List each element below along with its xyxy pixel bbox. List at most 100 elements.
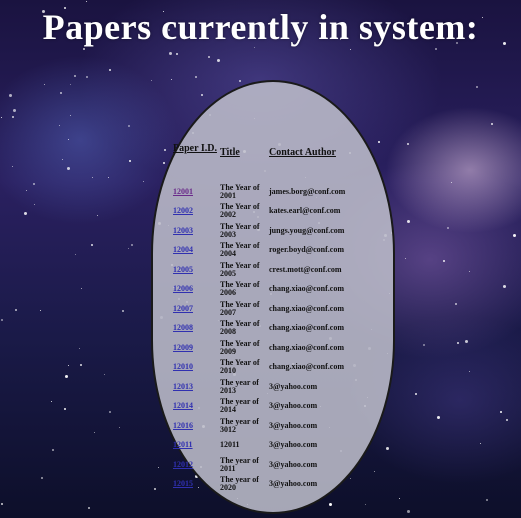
- paper-title-cell: The Year of 2004: [220, 241, 260, 259]
- table-row: 12008 The Year of 2008 chang.xiao@conf.com: [168, 319, 369, 339]
- star: [443, 260, 445, 262]
- paper-id-link[interactable]: 12015: [173, 479, 193, 488]
- paper-title-cell: The year of 2013: [220, 377, 259, 395]
- star: [70, 115, 71, 116]
- paper-title-cell: The Year of 2010: [220, 358, 260, 376]
- star: [59, 125, 60, 126]
- paper-id-link[interactable]: 12012: [173, 460, 193, 469]
- paper-title-cell: The Year of 2007: [220, 299, 260, 317]
- star: [119, 427, 120, 428]
- star: [65, 375, 68, 378]
- star: [465, 340, 468, 343]
- table-row: 12002 The Year of 2002 kates.earl@conf.com: [168, 202, 369, 222]
- star: [62, 159, 63, 160]
- star: [13, 109, 16, 112]
- star: [350, 49, 351, 50]
- paper-id-cell: 12007: [168, 299, 220, 319]
- contact-author-cell: 3@yahoo.com: [269, 381, 318, 391]
- star: [154, 488, 156, 490]
- star: [469, 371, 470, 372]
- star: [171, 79, 172, 80]
- star: [386, 447, 389, 450]
- star: [97, 215, 98, 216]
- paper-title-cell: The year of 2011: [220, 455, 259, 473]
- paper-id-link[interactable]: 12002: [173, 206, 193, 215]
- star: [500, 411, 502, 413]
- paper-id-link[interactable]: 12003: [173, 226, 193, 235]
- star: [399, 498, 400, 499]
- contact-author-cell: roger.boyd@conf.com: [269, 245, 344, 255]
- paper-id-link[interactable]: 12001: [173, 187, 193, 196]
- paper-id-link[interactable]: 12007: [173, 304, 193, 313]
- paper-id-cell: 12001: [168, 182, 220, 202]
- star: [51, 401, 52, 402]
- paper-id-link[interactable]: 12008: [173, 323, 193, 332]
- star: [109, 411, 111, 413]
- star: [131, 244, 133, 246]
- star: [40, 310, 41, 311]
- star: [122, 310, 124, 312]
- paper-id-link[interactable]: 12016: [173, 421, 193, 430]
- star: [407, 510, 410, 513]
- paper-id-cell: 12003: [168, 221, 220, 241]
- paper-id-cell: 12011: [168, 436, 220, 456]
- table-row: 12011 12011 3@yahoo.com: [168, 436, 369, 456]
- paper-id-link[interactable]: 12009: [173, 343, 193, 352]
- table-row: 12010 The Year of 2010 chang.xiao@conf.com: [168, 358, 369, 378]
- header-paper-id: Paper I.D.: [173, 142, 217, 154]
- contact-author-cell: chang.xiao@conf.com: [269, 342, 344, 352]
- star: [88, 507, 90, 509]
- star: [457, 342, 459, 344]
- paper-title-cell: The Year of 2009: [220, 338, 260, 356]
- contact-author-cell: chang.xiao@conf.com: [269, 362, 344, 372]
- star: [1, 503, 3, 505]
- paper-id-link[interactable]: 12014: [173, 401, 193, 410]
- table-row: 12001 The Year of 2001 james.borg@conf.com: [168, 182, 369, 202]
- star: [108, 177, 109, 178]
- star: [94, 432, 95, 433]
- table-row: 12013 The year of 2013 3@yahoo.com: [168, 377, 369, 397]
- contact-author-cell: jungs.youg@conf.com: [269, 225, 345, 235]
- table-row: 12004 The Year of 2004 roger.boyd@conf.com: [168, 241, 369, 261]
- star: [41, 477, 43, 479]
- star: [34, 204, 35, 205]
- paper-id-link[interactable]: 12011: [173, 440, 193, 449]
- star: [329, 503, 332, 506]
- paper-id-cell: 12014: [168, 397, 220, 417]
- star: [79, 348, 80, 349]
- star: [143, 181, 144, 182]
- star: [486, 499, 488, 501]
- paper-id-link[interactable]: 12005: [173, 265, 193, 274]
- star: [176, 53, 178, 55]
- paper-title-cell: The Year of 2001: [220, 182, 260, 200]
- paper-id-cell: 12009: [168, 338, 220, 358]
- paper-id-link[interactable]: 12013: [173, 382, 193, 391]
- star: [33, 183, 35, 185]
- star: [435, 48, 437, 50]
- paper-id-cell: 12015: [168, 475, 220, 495]
- star: [74, 75, 76, 77]
- contact-author-cell: chang.xiao@conf.com: [269, 303, 344, 313]
- paper-id-link[interactable]: 12006: [173, 284, 193, 293]
- contact-author-cell: 3@yahoo.com: [269, 401, 318, 411]
- star: [480, 443, 481, 444]
- paper-id-link[interactable]: 12004: [173, 245, 193, 254]
- table-row: 12014 The year of 2014 3@yahoo.com: [168, 397, 369, 417]
- page-title: Papers currently in system:: [42, 7, 479, 47]
- table-row: 12003 The Year of 2003 jungs.youg@conf.com: [168, 221, 369, 241]
- star: [423, 344, 425, 346]
- star: [60, 92, 62, 94]
- star: [476, 86, 478, 88]
- star: [67, 167, 70, 170]
- star: [1, 117, 2, 118]
- star: [195, 76, 197, 78]
- paper-id-link[interactable]: 12010: [173, 362, 193, 371]
- header-contact-author: Contact Author: [269, 146, 336, 158]
- star: [80, 364, 82, 366]
- paper-id-cell: 12012: [168, 455, 220, 475]
- star: [86, 1, 87, 2]
- paper-title-cell: The year of 2020: [220, 475, 259, 493]
- star: [405, 258, 406, 259]
- star: [92, 177, 93, 178]
- star: [217, 59, 220, 62]
